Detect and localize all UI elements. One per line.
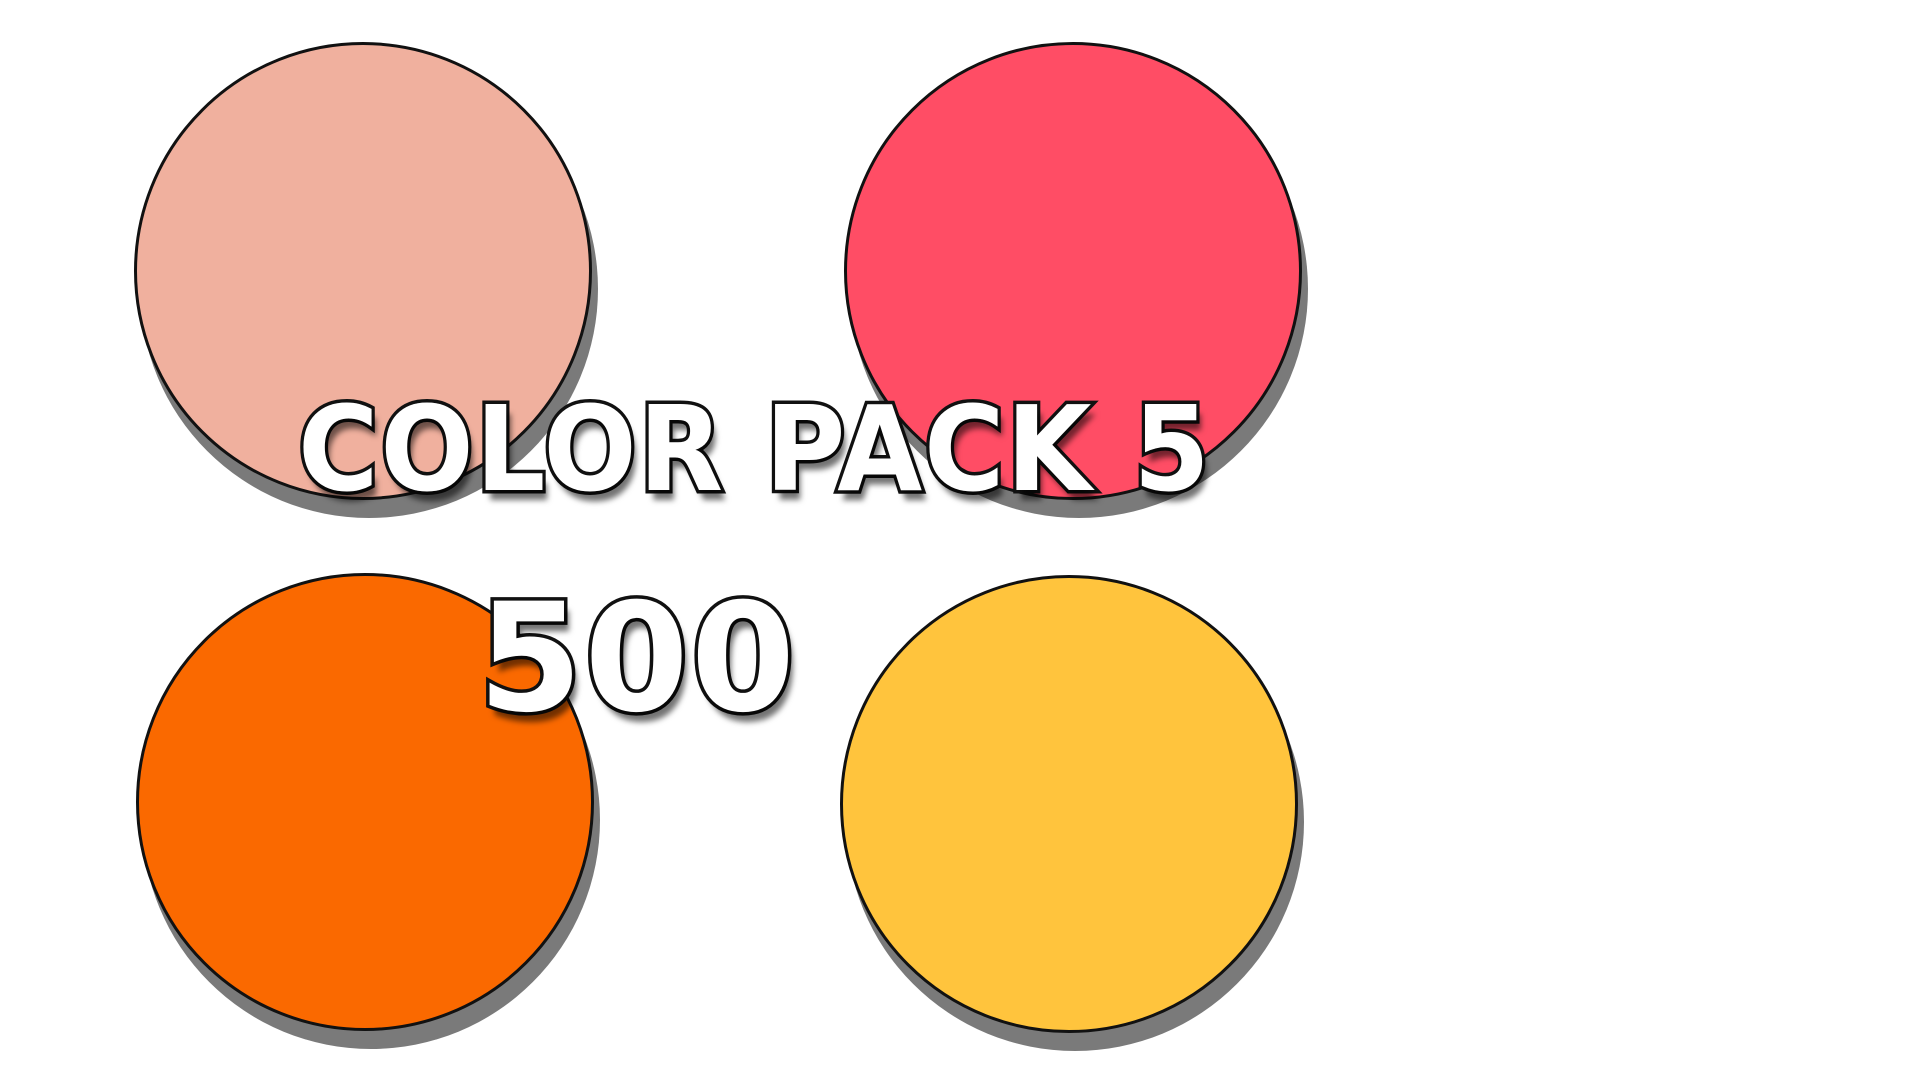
count-text: 500 — [474, 569, 798, 750]
swatch-yellow — [840, 575, 1298, 1033]
title-text: Color Pack 5 — [295, 377, 1213, 522]
